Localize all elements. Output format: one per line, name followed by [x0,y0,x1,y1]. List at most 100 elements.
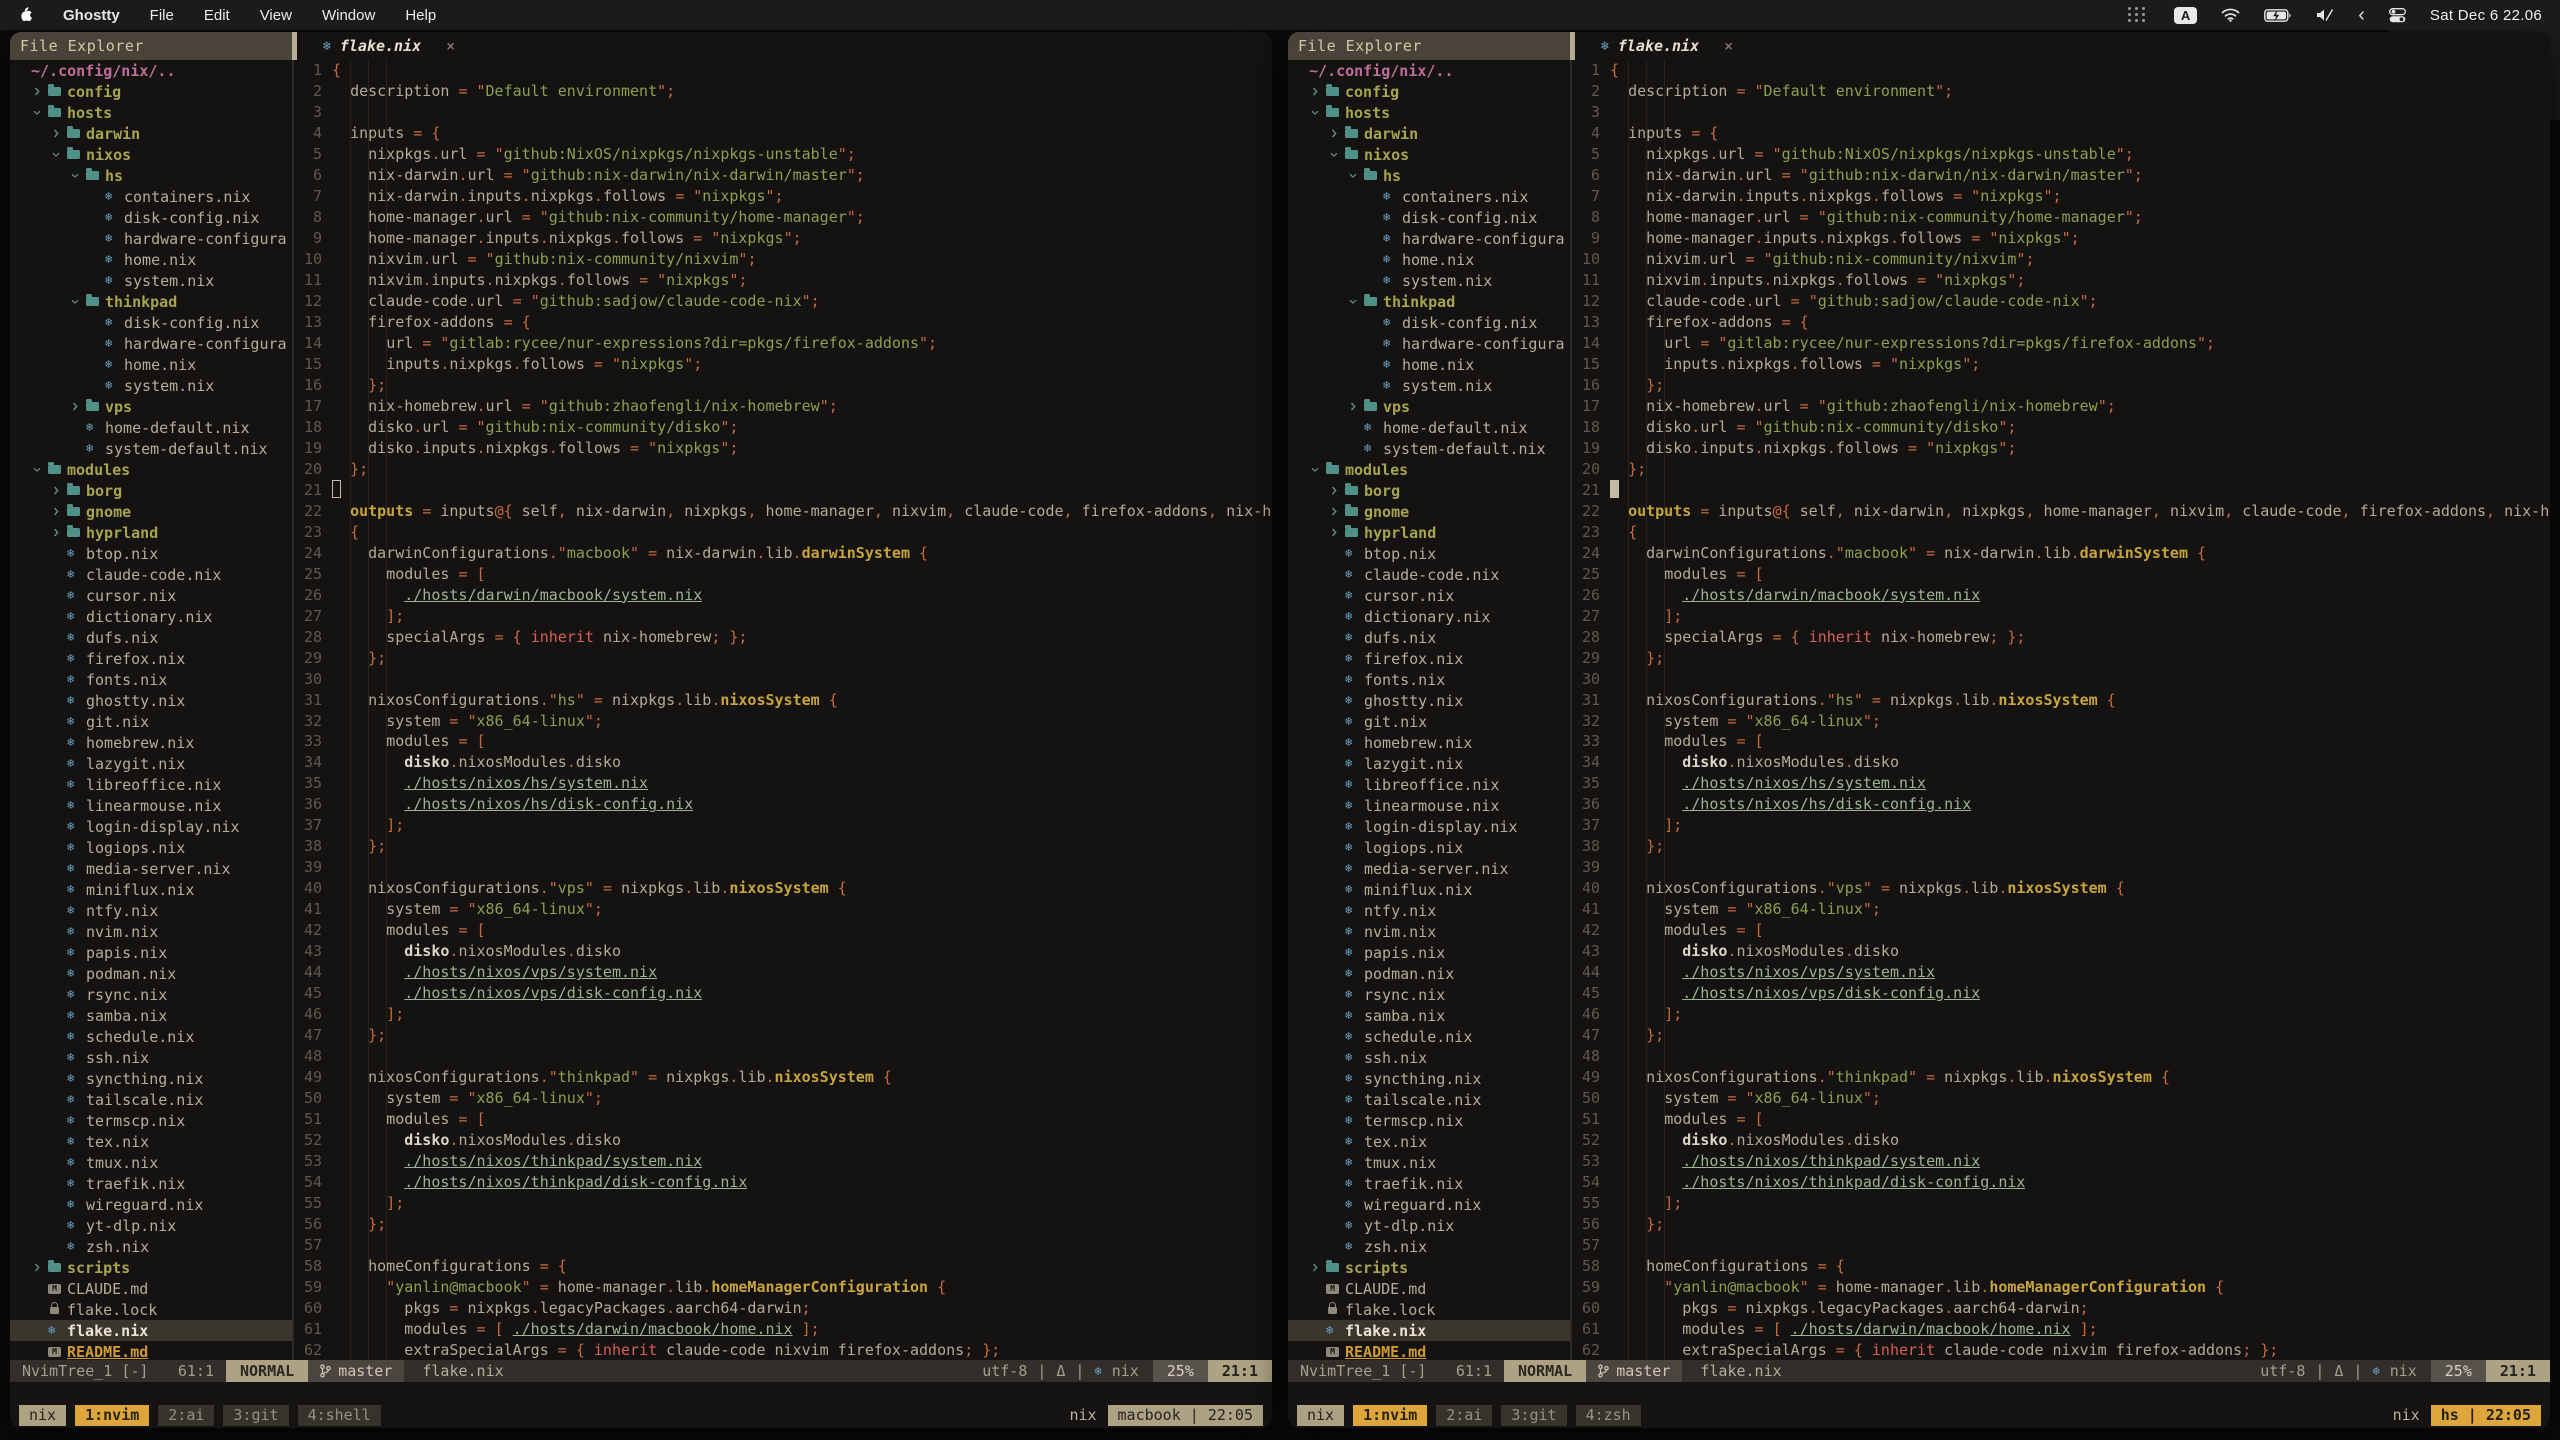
code-line[interactable]: 55 ]; [294,1192,1272,1213]
code-line[interactable]: 57 [1572,1234,2550,1255]
tree-item[interactable]: MCLAUDE.md [10,1278,292,1299]
code-line[interactable]: 14 url = "gitlab:rycee/nur-expressions?d… [294,333,1272,354]
tree-item[interactable]: ❄hardware-configura [1288,228,1570,249]
tree-item[interactable]: ❄homebrew.nix [10,732,292,753]
tree-item[interactable]: ❄rsync.nix [10,984,292,1005]
tree-item[interactable]: config [10,81,292,102]
tree-item[interactable]: ❄tmux.nix [10,1152,292,1173]
tree-item[interactable]: ❄fonts.nix [1288,669,1570,690]
tree-item[interactable]: ❄homebrew.nix [1288,732,1570,753]
code-line[interactable]: 52 disko.nixosModules.disko [1572,1129,2550,1150]
tree-item[interactable]: scripts [10,1257,292,1278]
code-line[interactable]: 26 ./hosts/darwin/macbook/system.nix [294,584,1272,605]
tree-item[interactable]: ❄podman.nix [10,963,292,984]
code-line[interactable]: 8 home-manager.url = "github:nix-communi… [294,207,1272,228]
volume-muted-icon[interactable] [2316,8,2334,22]
code-line[interactable]: 2 description = "Default environment"; [294,81,1272,102]
tree-item[interactable]: ❄ntfy.nix [10,900,292,921]
wifi-icon[interactable] [2221,8,2240,22]
code-line[interactable]: 18 disko.url = "github:nix-community/dis… [294,416,1272,437]
tree-item[interactable]: ❄git.nix [1288,711,1570,732]
menu-item-window[interactable]: Window [322,7,375,24]
code-line[interactable]: 32 system = "x86_64-linux"; [294,710,1272,731]
code-line[interactable]: 38 }; [294,836,1272,857]
tree-item[interactable]: hyprland [10,522,292,543]
code-line[interactable]: 61 modules = [ ./hosts/darwin/macbook/ho… [294,1318,1272,1339]
tree-item[interactable]: ❄zsh.nix [1288,1236,1570,1257]
code-line[interactable]: 40 nixosConfigurations."vps" = nixpkgs.l… [294,878,1272,899]
tree-item[interactable]: ~/.config/nix/.. [10,60,292,81]
code-line[interactable]: 59 "yanlin@macbook" = home-manager.lib.h… [1572,1276,2550,1297]
tree-item[interactable]: ❄tmux.nix [1288,1152,1570,1173]
tree-item[interactable]: modules [1288,459,1570,480]
tree-item[interactable]: ❄claude-code.nix [1288,564,1570,585]
buffer-tab[interactable]: ❄flake.nix× [1601,37,1733,55]
tree-item[interactable]: hs [10,165,292,186]
code-line[interactable]: 24 darwinConfigurations."macbook" = nix-… [294,542,1272,563]
code-line[interactable]: 54 ./hosts/nixos/thinkpad/disk-config.ni… [1572,1171,2550,1192]
chevron-right-icon[interactable] [1330,129,1338,138]
tree-item[interactable]: config [1288,81,1570,102]
code-line[interactable]: 33 modules = [ [1572,731,2550,752]
code-line[interactable]: 21 [1572,479,2550,500]
code-buffer[interactable]: 1{2 description = "Default environment";… [1572,60,2550,1360]
code-line[interactable]: 13 firefox-addons = { [1572,312,2550,333]
tree-item[interactable]: ❄linearmouse.nix [10,795,292,816]
code-line[interactable]: 56 }; [294,1213,1272,1234]
tree-item[interactable]: nixos [10,144,292,165]
code-line[interactable]: 61 modules = [ ./hosts/darwin/macbook/ho… [1572,1318,2550,1339]
tree-item[interactable]: ❄yt-dlp.nix [1288,1215,1570,1236]
chevron-right-icon[interactable] [33,87,41,96]
tree-item[interactable]: flake.lock [1288,1299,1570,1320]
menu-item-file[interactable]: File [150,7,174,24]
code-line[interactable]: 10 nixvim.url = "github:nix-community/ni… [294,249,1272,270]
code-line[interactable]: 25 modules = [ [294,563,1272,584]
code-line[interactable]: 46 ]; [1572,1004,2550,1025]
menu-item-edit[interactable]: Edit [204,7,230,24]
chevron-down-icon[interactable] [1349,298,1357,306]
tree-item[interactable]: ❄cursor.nix [10,585,292,606]
tree-item[interactable]: ❄syncthing.nix [10,1068,292,1089]
tree-item[interactable]: ❄home.nix [1288,249,1570,270]
code-line[interactable]: 35 ./hosts/nixos/hs/system.nix [1572,773,2550,794]
code-line[interactable]: 60 pkgs = nixpkgs.legacyPackages.aarch64… [294,1297,1272,1318]
code-line[interactable]: 22 outputs = inputs@{ self, nix-darwin, … [294,500,1272,521]
code-line[interactable]: 23 { [1572,521,2550,542]
tree-item[interactable]: ❄podman.nix [1288,963,1570,984]
tree-item[interactable]: hosts [1288,102,1570,123]
code-line[interactable]: 16 }; [1572,375,2550,396]
code-line[interactable]: 3 [1572,102,2550,123]
tree-item[interactable]: ❄firefox.nix [10,648,292,669]
code-buffer[interactable]: 1{2 description = "Default environment";… [294,60,1272,1360]
code-line[interactable]: 40 nixosConfigurations."vps" = nixpkgs.l… [1572,878,2550,899]
tree-item[interactable]: ❄termscp.nix [1288,1110,1570,1131]
code-line[interactable]: 31 nixosConfigurations."hs" = nixpkgs.li… [1572,689,2550,710]
tree-item[interactable]: ❄system.nix [10,270,292,291]
control-center-icon[interactable] [2389,8,2406,23]
code-line[interactable]: 5 nixpkgs.url = "github:NixOS/nixpkgs/ni… [294,144,1272,165]
tree-item[interactable]: ❄home.nix [10,249,292,270]
chevron-down-icon[interactable] [1311,109,1319,117]
code-line[interactable]: 44 ./hosts/nixos/vps/system.nix [1572,962,2550,983]
tree-item[interactable]: thinkpad [10,291,292,312]
statusline-git-branch[interactable]: master [1586,1360,1682,1382]
tree-item[interactable]: ❄ntfy.nix [1288,900,1570,921]
code-line[interactable]: 37 ]; [1572,815,2550,836]
code-line[interactable]: 11 nixvim.inputs.nixpkgs.follows = "nixp… [1572,270,2550,291]
code-line[interactable]: 9 home-manager.inputs.nixpkgs.follows = … [1572,228,2550,249]
chevron-down-icon[interactable] [1349,172,1357,180]
tree-item[interactable]: ❄samba.nix [10,1005,292,1026]
chevron-down-icon[interactable] [33,109,41,117]
tree-item[interactable]: ❄system.nix [1288,270,1570,291]
buffer-tab[interactable]: ❄flake.nix× [323,37,455,55]
tree-item[interactable]: ❄cursor.nix [1288,585,1570,606]
code-line[interactable]: 7 nix-darwin.inputs.nixpkgs.follows = "n… [1572,186,2550,207]
tree-item[interactable]: ❄hardware-configura [10,333,292,354]
tree-item[interactable]: ❄media-server.nix [1288,858,1570,879]
tree-item[interactable]: ❄fonts.nix [10,669,292,690]
code-line[interactable]: 3 [294,102,1272,123]
tmux-window-shell[interactable]: 4:shell [298,1405,381,1426]
tree-item[interactable]: ❄home-default.nix [10,417,292,438]
code-line[interactable]: 5 nixpkgs.url = "github:NixOS/nixpkgs/ni… [1572,144,2550,165]
code-line[interactable]: 13 firefox-addons = { [294,312,1272,333]
